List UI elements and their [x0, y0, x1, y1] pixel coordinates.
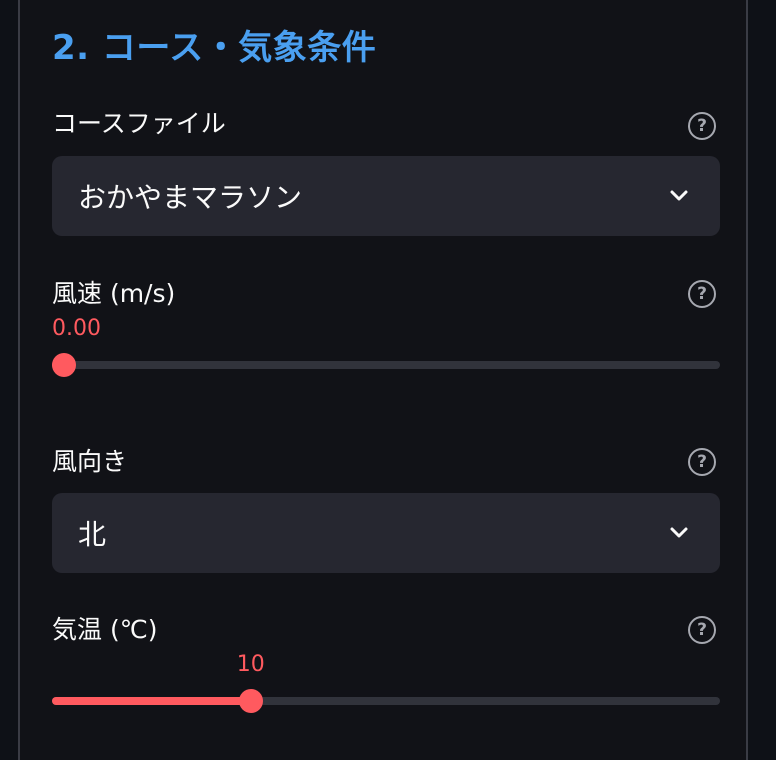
- temperature-slider-thumb[interactable]: [238, 689, 263, 713]
- wind-direction-select[interactable]: 北: [52, 493, 720, 573]
- course-file-select[interactable]: おかやまマラソン: [52, 156, 720, 236]
- wind-direction-help-icon[interactable]: ?: [688, 448, 716, 476]
- course-file-selected-value: おかやまマラソン: [78, 181, 303, 214]
- course-help-icon[interactable]: ?: [688, 112, 716, 140]
- temperature-slider-fill: [52, 697, 251, 705]
- temperature-value: 10: [236, 652, 265, 677]
- section-heading: 2. コース・気象条件: [52, 28, 377, 68]
- wind-speed-slider-thumb[interactable]: [52, 353, 76, 377]
- wind-direction-label: 風向き: [52, 447, 128, 476]
- course-file-label: コースファイル: [52, 109, 226, 138]
- wind-speed-slider-track[interactable]: [52, 353, 720, 377]
- wind-speed-label: 風速 (m/s): [52, 279, 176, 308]
- chevron-down-icon: [670, 190, 688, 201]
- chevron-down-icon: [670, 527, 688, 538]
- wind-speed-value: 0.00: [52, 316, 101, 341]
- sidebar-panel: 2. コース・気象条件 コースファイル ? おかやまマラソン 風速 (m/s) …: [18, 0, 748, 760]
- wind-direction-selected-value: 北: [78, 518, 107, 551]
- temperature-label: 気温 (℃): [52, 615, 158, 644]
- wind-speed-help-icon[interactable]: ?: [688, 280, 716, 308]
- temperature-slider-track[interactable]: [52, 689, 720, 713]
- temperature-help-icon[interactable]: ?: [688, 616, 716, 644]
